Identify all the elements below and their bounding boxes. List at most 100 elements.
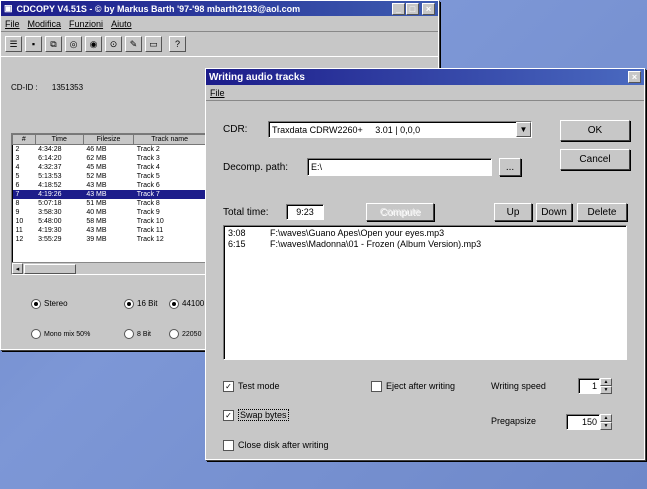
track-name: Track 2 [136, 146, 160, 153]
up-button[interactable]: Up [494, 203, 532, 221]
track-list[interactable]: # Time Filesize Track name 2 4:34:28 46 MB… [11, 133, 207, 275]
dialog-menu-file[interactable]: File [210, 88, 225, 98]
scroll-left-icon[interactable]: ◂ [12, 263, 23, 274]
track-filesize: 43 MB [86, 182, 107, 189]
list-icon[interactable]: ☰ [5, 36, 22, 52]
stereo-radio[interactable] [31, 299, 41, 309]
menu-modifica[interactable]: Modifica [28, 19, 62, 29]
test-mode-option[interactable]: ✓ Test mode [223, 381, 280, 393]
file-list-item[interactable]: 6:15 F:\waves\Madonna\01 - Frozen (Album… [224, 238, 626, 249]
col-header-number[interactable]: # [12, 134, 36, 145]
track-name: Track 10 [136, 218, 164, 225]
track-list-scrollbar[interactable]: ◂ [12, 262, 206, 274]
rate44-radio[interactable] [169, 299, 179, 309]
rate22-radio[interactable] [169, 329, 179, 339]
swap-bytes-option[interactable]: ✓ Swap bytes [223, 409, 289, 422]
table-row[interactable]: 2 4:34:28 46 MB Track 2 [13, 145, 206, 155]
rate22-option[interactable]: 22050 [169, 329, 201, 339]
dialog-close-icon[interactable]: × [628, 71, 641, 83]
writing-speed-spinner[interactable]: ▲ ▼ [600, 378, 612, 394]
audio-file-list[interactable]: 3:08 F:\waves\Guano Apes\Open your eyes.… [223, 225, 627, 360]
cdr-select[interactable]: Traxdata CDRW2260+ 3.01 | 0,0,0 ▼ [268, 121, 532, 138]
mono-radio[interactable] [31, 329, 41, 339]
eject-checkbox[interactable] [371, 381, 382, 393]
track-time: 3:55:29 [38, 236, 62, 243]
cd-write-icon[interactable]: ✎ [125, 36, 142, 52]
cancel-button[interactable]: Cancel [560, 149, 630, 170]
help-icon[interactable]: ? [169, 36, 186, 52]
save-icon[interactable]: ▪ [25, 36, 42, 52]
table-row[interactable]: 9 3:58:30 40 MB Track 9 [13, 208, 206, 217]
cd-audio-icon[interactable]: ⊙ [105, 36, 122, 52]
close-button[interactable]: × [422, 2, 435, 15]
chevron-down-icon[interactable]: ▼ [516, 122, 531, 137]
swap-bytes-checkbox[interactable]: ✓ [223, 410, 234, 422]
maximize-button[interactable]: □ [406, 2, 419, 15]
pregapsize-spinner[interactable]: ▲ ▼ [600, 414, 612, 430]
table-row[interactable]: 7 4:19:26 43 MB Track 7 [12, 190, 206, 199]
bits8-option[interactable]: 8 Bit [124, 329, 151, 339]
pregapsize-input[interactable]: 150 [566, 414, 600, 430]
pregapsize-value: 150 [581, 417, 597, 427]
compute-button[interactable]: Compute [366, 203, 434, 221]
mono-option[interactable]: Mono mix 50% [31, 329, 90, 339]
spin-up-icon[interactable]: ▲ [600, 414, 612, 422]
table-row[interactable]: 3 6:14:20 62 MB Track 3 [13, 154, 206, 163]
decomp-path-value: E:\ [311, 162, 323, 172]
col-header-filesize[interactable]: Filesize [82, 134, 135, 145]
delete-button[interactable]: Delete [577, 203, 627, 221]
file-time: 3:08 [228, 228, 246, 238]
track-name: Track 3 [136, 155, 160, 162]
cd-id-value: 1351353 [51, 83, 84, 92]
close-disk-option[interactable]: Close disk after writing [223, 440, 329, 452]
minimize-button[interactable]: _ [392, 2, 405, 15]
file-time: 6:15 [228, 239, 246, 249]
table-row[interactable]: 12 3:55:29 39 MB Track 12 [13, 235, 206, 244]
file-list-item[interactable]: 3:08 F:\waves\Guano Apes\Open your eyes.… [224, 226, 626, 238]
cd-icon[interactable]: ◉ [85, 36, 102, 52]
spin-down-icon[interactable]: ▼ [600, 386, 612, 394]
eject-option[interactable]: Eject after writing [371, 381, 455, 393]
table-row[interactable]: 6 4:18:52 43 MB Track 6 [13, 181, 206, 190]
writing-speed-input[interactable]: 1 [578, 378, 600, 394]
spin-up-icon[interactable]: ▲ [600, 378, 612, 386]
col-header-time[interactable]: Time [34, 134, 84, 145]
decomp-path-input[interactable]: E:\ [307, 158, 492, 176]
track-filesize: 62 MB [86, 155, 107, 162]
rate44-option[interactable]: 44100 [169, 299, 204, 309]
bits8-radio[interactable] [124, 329, 134, 339]
main-window-title: CDCOPY V4.51S - © by Markus Barth '97-'9… [16, 3, 301, 14]
stereo-option[interactable]: Stereo [31, 299, 68, 309]
read-cd-icon[interactable]: ◎ [65, 36, 82, 52]
menu-file[interactable]: File [5, 19, 20, 29]
table-row[interactable]: 8 5:07:18 51 MB Track 8 [13, 199, 206, 208]
col-header-track-name[interactable]: Track name [133, 134, 206, 145]
table-row[interactable]: 11 4:19:30 43 MB Track 11 [13, 226, 206, 235]
menu-funzioni[interactable]: Funzioni [69, 19, 103, 29]
cd-id-row: CD-ID : 1351353 [11, 83, 83, 92]
table-row[interactable]: 5 5:13:53 52 MB Track 5 [13, 172, 206, 181]
track-number: 7 [12, 190, 36, 199]
test-mode-checkbox[interactable]: ✓ [223, 381, 234, 393]
copy-icon[interactable]: ⧉ [45, 36, 62, 52]
track-filesize: 46 MB [86, 146, 107, 153]
scroll-thumb[interactable] [24, 264, 76, 274]
browse-button[interactable]: ... [499, 158, 521, 176]
close-disk-checkbox[interactable] [223, 440, 234, 452]
track-time: 4:19:26 [35, 190, 84, 199]
table-row[interactable]: 10 5:48:00 58 MB Track 10 [13, 217, 206, 226]
track-time: 5:07:18 [38, 200, 62, 207]
menu-aiuto[interactable]: Aiuto [111, 19, 132, 29]
track-filesize: 43 MB [83, 190, 134, 199]
table-row[interactable]: 4 4:32:37 45 MB Track 4 [13, 163, 206, 172]
spin-down-icon[interactable]: ▼ [600, 422, 612, 430]
bits16-radio[interactable] [124, 299, 134, 309]
bits16-option[interactable]: 16 Bit [124, 299, 157, 309]
ok-button[interactable]: OK [560, 120, 630, 141]
dialog-title: Writing audio tracks [209, 71, 305, 83]
track-time: 4:32:37 [38, 164, 62, 171]
cdr-select-value: Traxdata CDRW2260+ 3.01 | 0,0,0 [272, 124, 421, 135]
down-button[interactable]: Down [536, 203, 572, 221]
folder-icon[interactable]: ▭ [145, 36, 162, 52]
writing-speed-label: Writing speed [491, 381, 546, 391]
